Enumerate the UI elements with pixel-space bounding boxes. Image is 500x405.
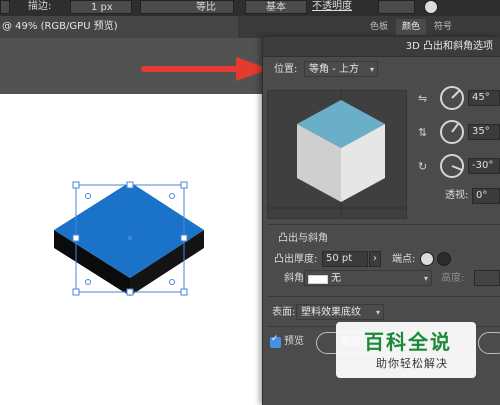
fill-swatch[interactable]: [0, 0, 10, 14]
position-value: 等角 - 上方: [309, 64, 359, 75]
preview-label: 预览: [284, 336, 304, 347]
document-tab-title: @ 49% (RGB/GPU 预览): [2, 21, 118, 32]
tab-swatches-label: 色板: [369, 22, 388, 32]
watermark: 百科全说 助你轻松解决: [336, 322, 476, 378]
height-label: 高度:: [441, 273, 465, 284]
perspective-field[interactable]: 0°: [472, 188, 500, 204]
dialog-title: 3D 凸出和斜角选项: [263, 37, 500, 57]
profile-value: 等比: [196, 2, 216, 13]
x-rotation-field[interactable]: 45°: [468, 90, 500, 106]
stroke-weight-field[interactable]: 1 px: [70, 0, 132, 14]
z-rotation-value: -30°: [472, 160, 494, 171]
bevel-value: 无: [331, 273, 341, 284]
extrude-depth-field[interactable]: 50 pt: [322, 251, 368, 267]
watermark-subtitle: 助你轻松解决: [376, 357, 448, 370]
stroke-label: 描边:: [28, 1, 52, 12]
more-options-button[interactable]: [478, 332, 500, 354]
section-divider: [268, 296, 500, 297]
rotate-x-axis-icon: ⇋: [418, 92, 428, 105]
bevel-preview-icon: [308, 275, 328, 284]
check-icon: ✓: [271, 334, 279, 344]
brush-value: 基本: [266, 2, 286, 13]
control-bar: 描边: 1 px 等比 基本 不透明度: [0, 0, 500, 16]
cap-on-button[interactable]: [420, 252, 434, 266]
recolor-icon[interactable]: [424, 0, 438, 14]
position-label: 位置:: [274, 64, 298, 75]
surface-label: 表面:: [272, 307, 296, 318]
chevron-right-icon: ›: [373, 253, 377, 264]
document-tab[interactable]: @ 49% (RGB/GPU 预览): [0, 16, 238, 38]
extrude-depth-value: 50 pt: [326, 253, 353, 264]
position-dropdown[interactable]: 等角 - 上方 ▾: [304, 61, 378, 77]
perspective-value: 0°: [476, 190, 488, 201]
rotate-z-axis-icon: ↻: [418, 160, 428, 173]
artwork-3d-shape[interactable]: [50, 178, 210, 298]
cap-off-button[interactable]: [437, 252, 451, 266]
tab-color[interactable]: 颜色: [396, 19, 426, 35]
y-rotation-value: 35°: [472, 126, 490, 137]
height-field[interactable]: [474, 270, 500, 286]
annotation-arrow-icon: [141, 57, 270, 81]
y-rotation-field[interactable]: 35°: [468, 124, 500, 140]
tab-symbols-label: 符号: [433, 22, 452, 32]
x-rotation-value: 45°: [472, 92, 490, 103]
center-point: [128, 236, 132, 240]
opacity-field[interactable]: [378, 0, 415, 14]
extrude-depth-label: 凸出厚度:: [274, 254, 318, 265]
watermark-title: 百科全说: [364, 330, 452, 354]
perspective-label: 透视:: [445, 190, 469, 201]
panel-tab-strip: 色板 颜色 符号: [360, 16, 500, 38]
z-rotation-needle-icon: [451, 165, 463, 171]
surface-dropdown[interactable]: 塑料效果底纹 ▾: [296, 304, 384, 320]
x-rotation-needle-icon: [451, 89, 461, 99]
tab-swatches[interactable]: 色板: [364, 19, 394, 35]
brush-dropdown[interactable]: 基本: [245, 0, 307, 14]
z-rotation-field[interactable]: -30°: [468, 158, 500, 174]
chevron-down-icon: ▾: [423, 274, 428, 283]
surface-value: 塑料效果底纹: [301, 307, 361, 318]
stroke-weight-value: 1 px: [91, 2, 113, 13]
section-divider: [268, 224, 500, 225]
extrude-depth-slider-toggle[interactable]: ›: [369, 251, 381, 267]
cap-label: 端点:: [392, 254, 416, 265]
y-rotation-needle-icon: [451, 123, 459, 133]
extrude-section-title: 凸出与斜角: [278, 233, 328, 244]
rotation-cube[interactable]: [267, 90, 405, 217]
chevron-down-icon: ▾: [369, 65, 374, 74]
tab-symbols[interactable]: 符号: [428, 19, 458, 35]
chevron-down-icon: ▾: [375, 308, 380, 317]
rotate-y-axis-icon: ⇅: [418, 126, 428, 139]
opacity-label[interactable]: 不透明度: [312, 0, 352, 13]
variable-width-profile-dropdown[interactable]: 等比: [140, 0, 234, 14]
tab-color-label: 颜色: [401, 22, 420, 32]
bevel-dropdown[interactable]: 无 ▾: [304, 270, 432, 286]
